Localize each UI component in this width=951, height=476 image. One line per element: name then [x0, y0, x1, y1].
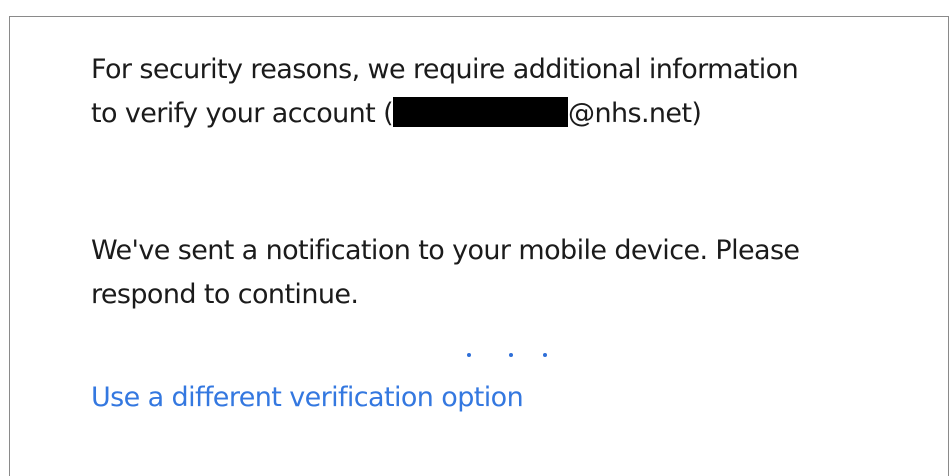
notification-message-line-1: We've sent a notification to your mobile… [91, 235, 800, 266]
loading-dot [543, 353, 547, 357]
notification-message-line-2: respond to continue. [91, 279, 359, 310]
account-domain-text: @nhs.net) [568, 98, 702, 129]
loading-dot [467, 353, 471, 357]
loading-dot [509, 353, 513, 357]
loading-dots-indicator [467, 353, 557, 361]
security-message-line-1: For security reasons, we require additio… [91, 54, 799, 85]
redacted-email-username [393, 97, 569, 127]
security-message: For security reasons, we require additio… [91, 48, 799, 136]
notification-message: We've sent a notification to your mobile… [91, 229, 800, 317]
account-prefix-text: to verify your account ( [91, 98, 394, 129]
different-verification-option-link[interactable]: Use a different verification option [91, 376, 524, 420]
